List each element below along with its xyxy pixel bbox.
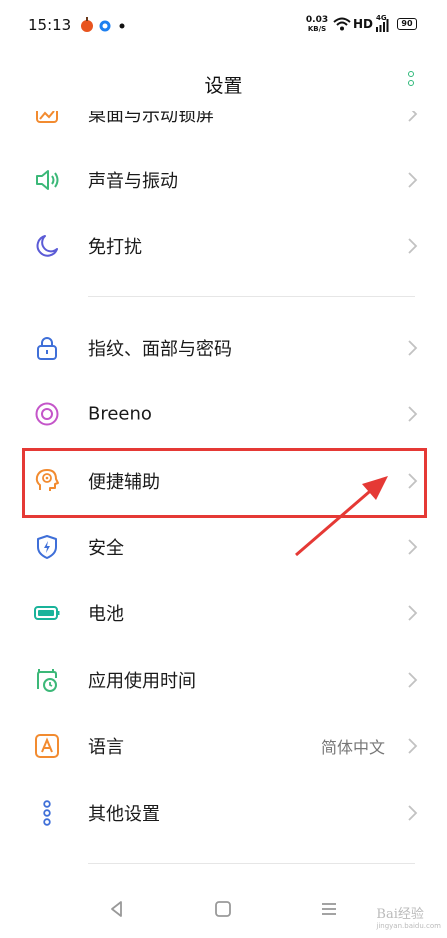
- status-right-group: 0.03 KB/S HD 4G 90: [303, 14, 423, 36]
- more-notifications-dot-icon: [119, 23, 125, 29]
- settings-item-label: 指纹、面部与密码: [88, 339, 232, 360]
- section-divider: [88, 296, 415, 297]
- chevron-right-icon: [408, 406, 418, 422]
- chevron-right-icon: [408, 738, 418, 754]
- section-divider: [88, 863, 415, 864]
- lock-icon: [37, 337, 57, 360]
- settings-item-label: Breeno: [88, 403, 152, 425]
- settings-item-app-usage-time[interactable]: 应用使用时间: [0, 647, 447, 713]
- moon-icon: [36, 235, 58, 257]
- breeno-icon: [35, 402, 59, 426]
- chevron-right-icon: [408, 805, 418, 821]
- network-speed: 0.03 KB/S: [305, 15, 329, 33]
- notification-icons: [80, 15, 130, 35]
- settings-item-do-not-disturb[interactable]: 免打扰: [0, 213, 447, 279]
- settings-item-safety[interactable]: 安全: [0, 514, 447, 580]
- settings-item-label: 应用使用时间: [88, 671, 196, 692]
- hd-label: HD: [353, 17, 374, 31]
- settings-item-breeno[interactable]: Breeno: [0, 381, 447, 447]
- more-dot-icon: [408, 71, 414, 77]
- chevron-right-icon: [408, 340, 418, 356]
- settings-item-label: 语言: [88, 737, 124, 758]
- settings-item-other-settings[interactable]: 其他设置: [0, 780, 447, 846]
- clock-icon: [37, 669, 57, 692]
- battery-indicator: 90: [397, 18, 417, 30]
- app-notification-icon: [99, 20, 111, 32]
- settings-item-battery[interactable]: 电池: [0, 580, 447, 646]
- settings-item-label: 免打扰: [88, 237, 142, 258]
- title-bar: 设置: [0, 55, 447, 111]
- status-time: 15:13: [28, 16, 72, 34]
- settings-item-language[interactable]: 语言 简体中文: [0, 713, 447, 779]
- settings-item-security-password[interactable]: 指纹、面部与密码: [0, 315, 447, 381]
- settings-item-label: 其他设置: [88, 804, 160, 825]
- back-icon[interactable]: [106, 898, 128, 920]
- page-title: 设置: [204, 75, 243, 97]
- home-icon[interactable]: [212, 898, 234, 920]
- highlight-box: [22, 448, 427, 518]
- game-app-icon: [81, 17, 93, 32]
- speaker-icon: [36, 170, 59, 190]
- watermark: Bai经验 jingyan.baidu.com: [376, 907, 441, 930]
- chevron-right-icon: [408, 539, 418, 555]
- settings-item-label: 声音与振动: [88, 171, 178, 192]
- battery-icon: [34, 606, 60, 620]
- chevron-right-icon: [408, 172, 418, 188]
- chevron-right-icon: [408, 238, 418, 254]
- settings-item-sound[interactable]: 声音与振动: [0, 147, 447, 213]
- signal-icon: [376, 19, 389, 32]
- recent-apps-icon[interactable]: [318, 898, 340, 920]
- more-settings-icon: [43, 800, 51, 826]
- wifi-icon: [333, 17, 351, 31]
- more-options-button[interactable]: [404, 71, 418, 95]
- language-current-value: 简体中文: [320, 738, 385, 757]
- language-icon: [35, 734, 59, 758]
- settings-item-label: 电池: [88, 604, 124, 625]
- shield-icon: [37, 535, 57, 559]
- status-bar: 15:13 0.03 KB/S HD 4G 90: [0, 0, 447, 50]
- settings-item-label: 安全: [88, 538, 124, 559]
- chevron-right-icon: [408, 672, 418, 688]
- chevron-right-icon: [408, 605, 418, 621]
- more-dot-icon: [408, 80, 414, 86]
